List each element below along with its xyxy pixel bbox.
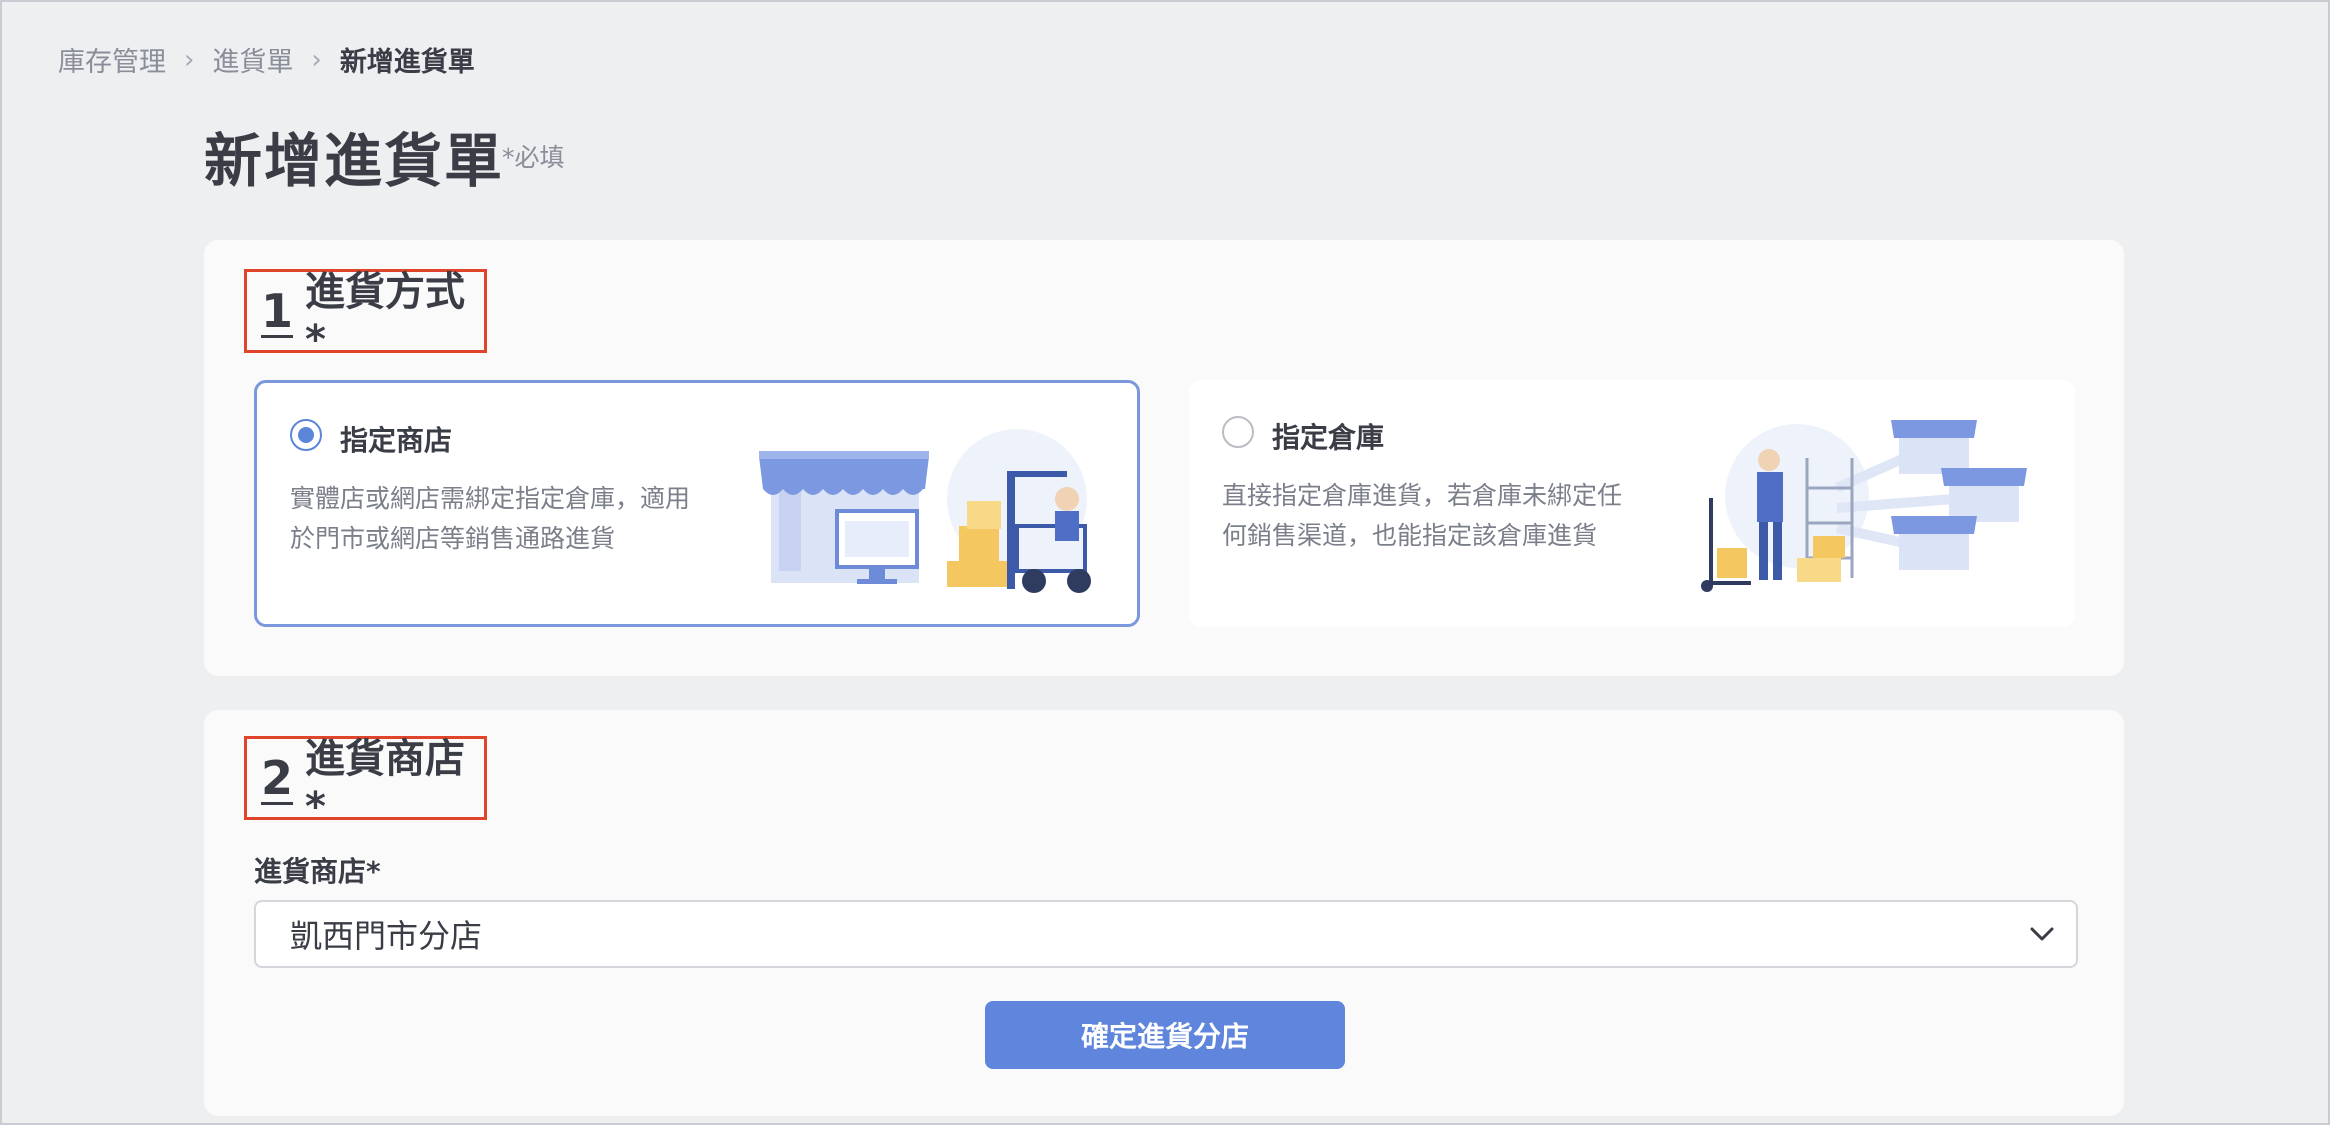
option-description: 實體店或網店需綁定指定倉庫，適用於門市或網店等銷售通路進貨 [290, 484, 691, 553]
store-select[interactable]: 凱西門市分店 [254, 900, 2078, 968]
confirm-store-button[interactable]: 確定進貨分店 [985, 1001, 1345, 1069]
store-icon-bottom [1891, 516, 1977, 570]
section-number: 1 [261, 284, 294, 338]
store-select-label: 進貨商店* [254, 855, 381, 888]
radio-designated-warehouse[interactable] [1222, 416, 1254, 448]
section-heading-purchase-method: 1 進貨方式* [244, 269, 487, 363]
chevron-right-icon: › [311, 44, 322, 75]
section-number: 2 [261, 751, 294, 805]
section-title: 進貨方式* [305, 269, 466, 363]
purchase-store-card: 2 進貨商店* 進貨商店* 凱西門市分店 確定進貨分店 [204, 710, 2124, 1116]
option-designated-warehouse[interactable]: 指定倉庫 直接指定倉庫進貨，若倉庫未綁定任何銷售渠道，也能指定該倉庫進貨 [1189, 380, 2075, 627]
option-label: 指定商店 [340, 424, 453, 457]
breadcrumb: 庫存管理 › 進貨單 › 新增進貨單 [58, 40, 475, 79]
warehouse-stores-illustration [1701, 420, 2027, 592]
storefront-forklift-illustration [759, 429, 1091, 593]
chevron-right-icon: › [184, 44, 195, 75]
store-icon-top [1891, 420, 1977, 474]
chevron-down-icon [2030, 927, 2054, 941]
required-note: *必填 [502, 143, 565, 172]
breadcrumb-purchase-orders[interactable]: 進貨單 [212, 40, 293, 79]
breadcrumb-inventory-management[interactable]: 庫存管理 [58, 40, 166, 79]
store-select-value: 凱西門市分店 [290, 917, 483, 955]
page-title: 新增進貨單 [204, 127, 505, 195]
section-heading-purchase-store: 2 進貨商店* [244, 736, 487, 830]
option-designated-store[interactable]: 指定商店 實體店或網店需綁定指定倉庫，適用於門市或網店等銷售通路進貨 [254, 380, 1140, 627]
section-title: 進貨商店* [305, 736, 466, 830]
radio-designated-store[interactable] [290, 419, 322, 451]
store-icon-middle [1941, 468, 2027, 522]
option-label: 指定倉庫 [1272, 421, 1385, 454]
purchase-method-card: 1 進貨方式* 指定商店 實體店或網店需綁定指定倉庫，適用於門市或網店等銷售通路… [204, 240, 2124, 676]
option-description: 直接指定倉庫進貨，若倉庫未綁定任何銷售渠道，也能指定該倉庫進貨 [1222, 481, 1623, 550]
breadcrumb-current-page: 新增進貨單 [339, 47, 475, 78]
